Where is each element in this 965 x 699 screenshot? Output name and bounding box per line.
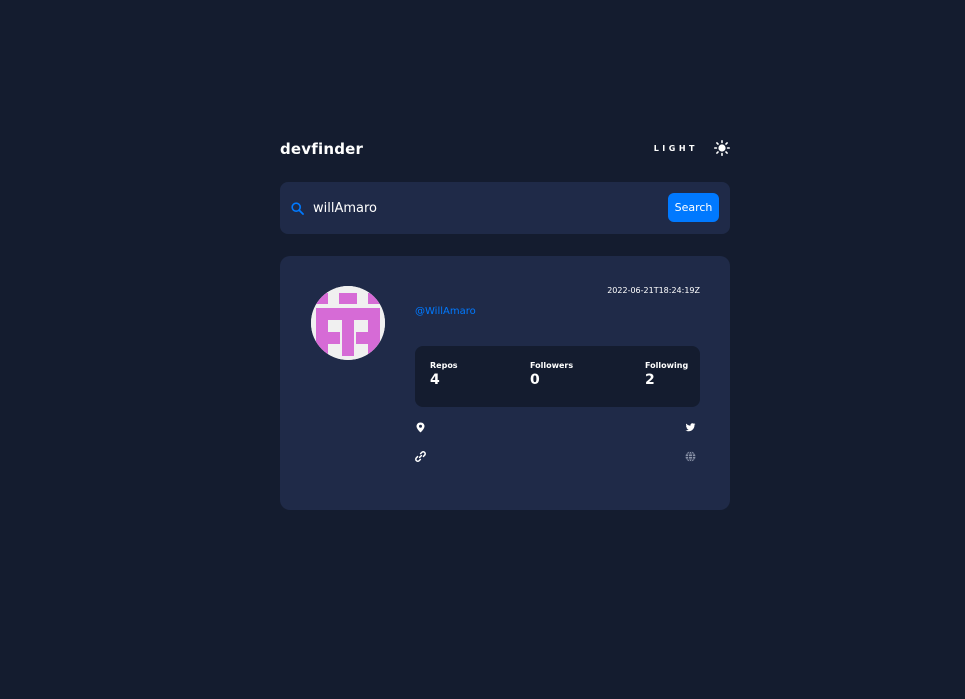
search-bar: Search xyxy=(280,182,730,234)
stat-following-value: 2 xyxy=(645,372,655,388)
search-icon xyxy=(291,202,304,215)
stat-following-label: Following xyxy=(645,361,689,370)
link-icon xyxy=(415,451,426,462)
location-pin-icon xyxy=(416,422,425,433)
joined-date: 2022-06-21T18:24:19Z xyxy=(607,286,700,295)
devfinder-app: devfinder LIGHT willAmaro Search 2022-06… xyxy=(280,140,730,510)
twitter-icon xyxy=(685,423,696,432)
stats-panel: Repos 4 Followers 0 Following 2 xyxy=(415,346,700,407)
user-login[interactable]: @WillAmaro xyxy=(415,306,476,317)
search-button[interactable]: Search xyxy=(668,193,719,222)
identicon-image xyxy=(311,286,385,360)
stat-followers: Followers 0 xyxy=(530,361,573,388)
profile-card: 2022-06-21T18:24:19Z @WillAmaro Repos 4 … xyxy=(280,256,730,510)
stat-repos: Repos 4 xyxy=(430,361,458,388)
search-input[interactable] xyxy=(313,196,653,220)
theme-toggle[interactable]: LIGHT xyxy=(654,140,730,156)
app-logo: devfinder xyxy=(280,140,364,158)
theme-toggle-label: LIGHT xyxy=(653,143,698,153)
globe-icon xyxy=(685,451,696,462)
stat-followers-value: 0 xyxy=(530,372,540,388)
stat-followers-label: Followers xyxy=(530,361,574,370)
header: devfinder LIGHT xyxy=(280,140,730,160)
stat-repos-label: Repos xyxy=(430,361,458,370)
sun-icon xyxy=(714,140,730,156)
stat-repos-value: 4 xyxy=(430,372,440,388)
avatar xyxy=(311,286,385,360)
stat-following: Following 2 xyxy=(645,361,688,388)
